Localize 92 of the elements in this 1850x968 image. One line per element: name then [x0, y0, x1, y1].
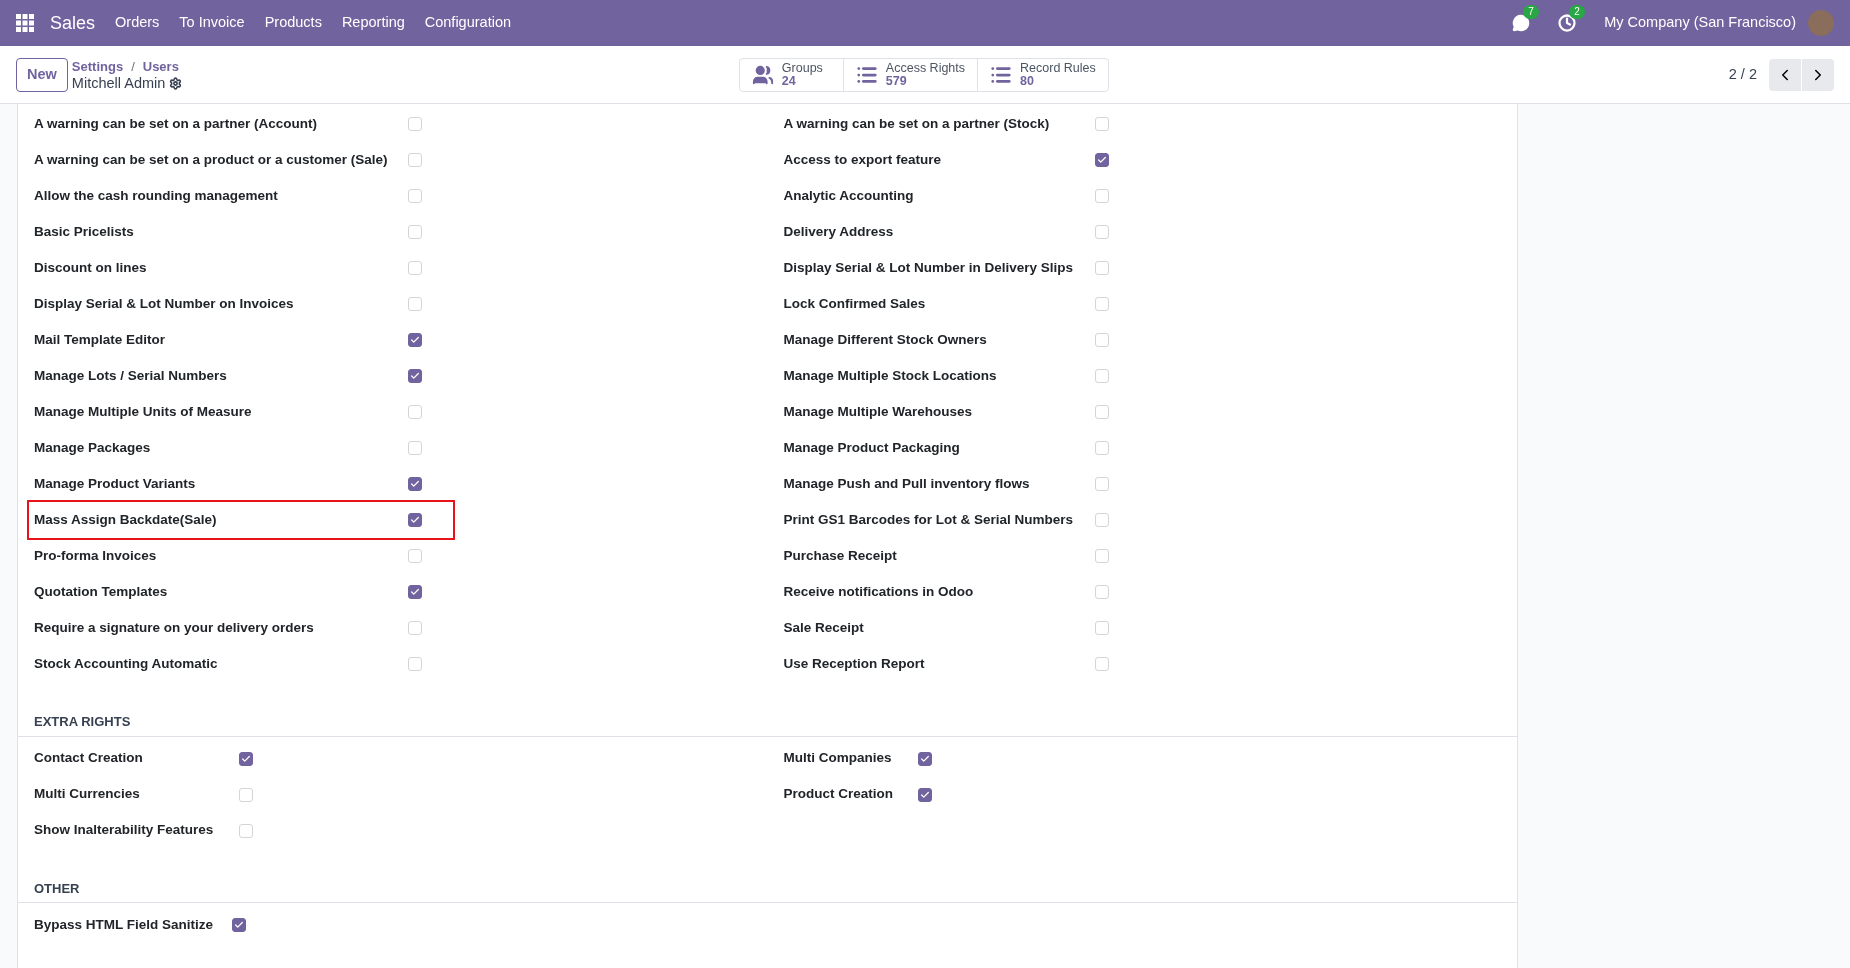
field-label: Basic Pricelists [34, 222, 135, 241]
checkbox[interactable] [408, 513, 422, 527]
pager-value: 2 / 2 [1728, 64, 1757, 84]
menu-item[interactable]: Reporting [341, 12, 405, 34]
check-icon [410, 515, 420, 525]
users-icon [751, 63, 774, 86]
field-label: Sale Receipt [783, 618, 865, 637]
checkbox[interactable] [408, 585, 422, 599]
smart-button[interactable]: Groups 24 [739, 58, 843, 91]
field-label: Delivery Address [783, 222, 895, 241]
checkbox[interactable] [408, 477, 422, 491]
field-label: Allow the cash rounding management [34, 186, 279, 205]
checkbox[interactable] [1094, 153, 1109, 167]
breadcrumb-link[interactable]: Settings [71, 57, 124, 75]
field-label: Manage Product Variants [34, 474, 197, 493]
check-icon [919, 789, 930, 800]
smart-button-count: 80 [1020, 74, 1035, 88]
field-label: Manage Multiple Units of Measure [34, 402, 253, 421]
field-label: A warning can be set on a partner (Stock) [783, 114, 1051, 133]
field-label: Quotation Templates [34, 582, 169, 601]
field-label: Display Serial & Lot Number in Delivery Slips [783, 258, 1075, 277]
gear-icon[interactable] [169, 76, 183, 90]
field-label: Analytic Accounting [783, 186, 915, 205]
breadcrumb-separator: / [131, 57, 135, 75]
checkbox[interactable] [917, 787, 932, 802]
checkbox[interactable] [917, 751, 932, 766]
smart-button[interactable]: Record Rules 80 [977, 58, 1108, 91]
check-icon [410, 335, 420, 345]
field-label: A warning can be set on a partner (Account) [34, 114, 319, 133]
menu-item[interactable]: Configuration [424, 12, 511, 34]
menu-item[interactable]: Orders [115, 12, 160, 34]
field-label: Stock Accounting Automatic [34, 654, 219, 673]
field-label: Manage Different Stock Owners [783, 330, 988, 349]
checkbox[interactable] [232, 918, 246, 932]
notification-badge: 7 [1523, 5, 1539, 19]
breadcrumb-link[interactable]: Users [142, 57, 179, 75]
field-label: Receive notifications in Odoo [783, 582, 975, 601]
avatar[interactable] [1808, 10, 1834, 36]
field-label: Bypass HTML Field Sanitize [34, 915, 215, 934]
app-grid-icon[interactable] [16, 14, 34, 32]
field-label: Manage Lots / Serial Numbers [34, 366, 228, 385]
menu-item[interactable]: To Invoice [179, 12, 245, 34]
field-label: Require a signature on your delivery orders [34, 618, 315, 637]
field-label: Multi Companies [783, 749, 893, 768]
field-label: Purchase Receipt [783, 546, 898, 565]
check-icon [410, 371, 420, 381]
field-label: Multi Currencies [34, 785, 141, 804]
smart-button-label: Record Rules [1020, 61, 1096, 75]
field-label: Manage Multiple Warehouses [783, 402, 974, 421]
field-label: Show Inalterability Features [34, 821, 215, 840]
field-label: Manage Multiple Stock Locations [783, 366, 998, 385]
check-icon [234, 920, 244, 930]
field-label: Manage Product Packaging [783, 438, 961, 457]
record-title: Mitchell Admin [71, 74, 166, 92]
field-label: Lock Confirmed Sales [783, 294, 927, 313]
field-label: Product Creation [783, 785, 894, 804]
field-label: A warning can be set on a product or a customer (Sale) [34, 150, 389, 169]
check-icon [410, 479, 420, 489]
field-label: Mass Assign Backdate(Sale) [34, 510, 218, 529]
clock-icon[interactable] [1558, 14, 1577, 32]
app-name[interactable]: Sales [50, 9, 96, 37]
section-header: OTHER [18, 878, 1517, 903]
check-icon [410, 587, 420, 597]
field-label: Manage Packages [34, 438, 152, 457]
check-icon [241, 753, 251, 764]
field-label: Pro-forma Invoices [34, 546, 158, 565]
checkbox[interactable] [408, 333, 422, 347]
smart-button-count: 24 [781, 74, 796, 88]
check-icon [1096, 155, 1107, 165]
field-label: Access to export feature [783, 150, 943, 169]
section-header: EXTRA RIGHTS [18, 712, 1517, 737]
chat-icon[interactable] [1512, 14, 1531, 32]
notification-badge: 2 [1569, 5, 1585, 19]
company-name[interactable]: My Company (San Francisco) [1604, 12, 1796, 34]
field-label: Contact Creation [34, 749, 144, 768]
field-label: Discount on lines [34, 258, 148, 277]
previous-button[interactable] [1769, 58, 1801, 91]
smart-button-count: 579 [885, 74, 908, 88]
field-label: Display Serial & Lot Number on Invoices [34, 294, 295, 313]
new-button[interactable]: New [16, 57, 68, 92]
field-label: Manage Push and Pull inventory flows [783, 474, 1031, 493]
checkbox[interactable] [239, 751, 253, 766]
smart-button-label: Access Rights [885, 61, 966, 75]
field-label: Print GS1 Barcodes for Lot & Serial Numbers [783, 510, 1075, 529]
smart-button[interactable]: Access Rights 579 [842, 58, 978, 91]
next-button[interactable] [1802, 58, 1834, 91]
menu-item[interactable]: Products [264, 12, 322, 34]
checkbox[interactable] [408, 369, 422, 383]
smart-button-label: Groups [781, 61, 823, 75]
field-label: Use Reception Report [783, 654, 926, 673]
field-label: Mail Template Editor [34, 330, 167, 349]
check-icon [919, 753, 930, 764]
